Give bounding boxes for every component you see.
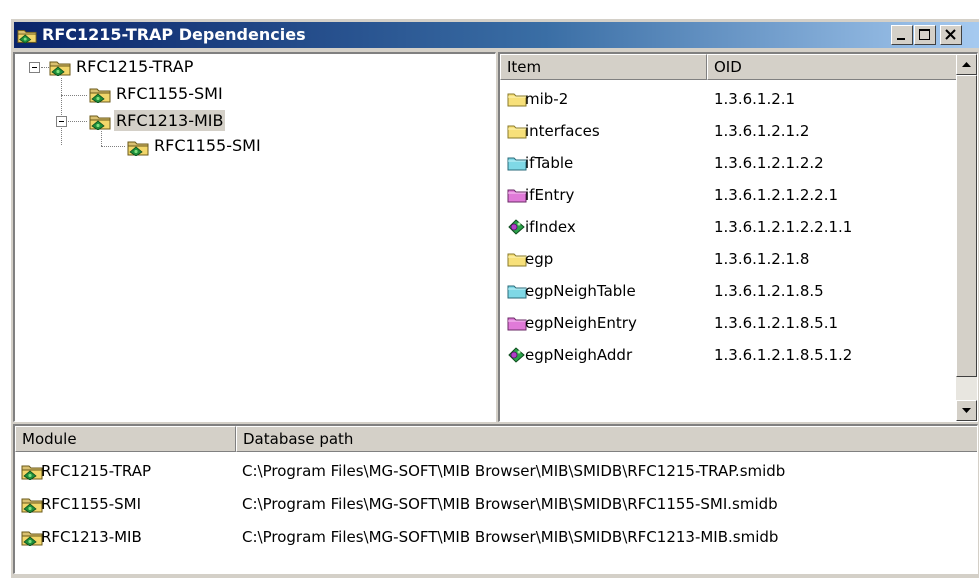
oid-row[interactable]: ifTable 1.3.6.1.2.1.2.2 xyxy=(500,147,958,179)
oid-item-name: interfaces xyxy=(525,122,600,140)
yellow-folder-icon xyxy=(507,250,527,268)
oid-item-name: egpNeighAddr xyxy=(525,346,633,364)
up-arrow-icon xyxy=(962,62,971,67)
mib-module-icon xyxy=(89,112,111,130)
yellow-folder-icon xyxy=(507,122,527,140)
tree-item-label[interactable]: RFC1155-SMI xyxy=(154,136,261,155)
cyan-table-folder-icon xyxy=(507,154,527,172)
oid-value: 1.3.6.1.2.1 xyxy=(714,90,796,108)
window-title: RFC1215-TRAP Dependencies xyxy=(42,25,306,44)
oid-item-name: ifTable xyxy=(525,154,574,172)
module-name: RFC1155-SMI xyxy=(41,495,141,513)
oid-item-name: egp xyxy=(525,250,554,268)
vertical-scrollbar[interactable] xyxy=(956,54,977,421)
oid-value: 1.3.6.1.2.1.2.2.1.1 xyxy=(714,218,853,236)
oid-row[interactable]: interfaces 1.3.6.1.2.1.2 xyxy=(500,115,958,147)
module-row[interactable]: RFC1213-MIB C:\Program Files\MG-SOFT\MIB … xyxy=(15,521,977,553)
module-list[interactable]: Module Database path RFC1215-TRAP C:\Prog… xyxy=(13,424,978,574)
dependencies-window: RFC1215-TRAP Dependencies RFC1215-TRAP R… xyxy=(10,18,979,578)
minimize-button[interactable] xyxy=(891,25,913,45)
oid-row[interactable]: egpNeighTable 1.3.6.1.2.1.8.5 xyxy=(500,275,958,307)
magenta-entry-folder-icon xyxy=(507,186,527,204)
oid-row[interactable]: egpNeighAddr 1.3.6.1.2.1.8.5.1.2 xyxy=(500,339,958,371)
oid-item-name: mib-2 xyxy=(525,90,569,108)
dependency-tree[interactable]: RFC1215-TRAP RFC1155-SMI RFC1213-MIB RFC… xyxy=(13,52,496,422)
collapse-toggle[interactable] xyxy=(29,62,40,73)
database-path: C:\Program Files\MG-SOFT\MIB Browser\MIB… xyxy=(242,528,779,546)
leaf-object-icon xyxy=(507,346,527,364)
oid-item-name: ifEntry xyxy=(525,186,575,204)
oid-row[interactable]: mib-2 1.3.6.1.2.1 xyxy=(500,83,958,115)
mib-module-icon xyxy=(49,58,71,76)
mib-module-icon xyxy=(127,138,149,156)
close-button[interactable] xyxy=(940,25,962,45)
oid-row[interactable]: egp 1.3.6.1.2.1.8 xyxy=(500,243,958,275)
oid-list[interactable]: Item OID mib-2 1.3.6.1.2.1 interfaces 1.3.6… xyxy=(498,52,978,422)
oid-value: 1.3.6.1.2.1.2.2 xyxy=(714,154,824,172)
mib-module-icon xyxy=(21,528,43,546)
tree-item-label-selected[interactable]: RFC1213-MIB xyxy=(114,110,226,131)
module-name: RFC1215-TRAP xyxy=(41,462,152,480)
oid-row[interactable]: ifEntry 1.3.6.1.2.1.2.2.1 xyxy=(500,179,958,211)
mib-module-icon xyxy=(21,462,43,480)
module-row[interactable]: RFC1155-SMI C:\Program Files\MG-SOFT\MIB … xyxy=(15,488,977,520)
tree-item-label[interactable]: RFC1215-TRAP xyxy=(76,57,193,76)
oid-item-name: egpNeighTable xyxy=(525,282,636,300)
database-path: C:\Program Files\MG-SOFT\MIB Browser\MIB… xyxy=(242,495,778,513)
oid-value: 1.3.6.1.2.1.8.5 xyxy=(714,282,824,300)
magenta-entry-folder-icon xyxy=(507,314,527,332)
mib-module-icon xyxy=(17,26,37,44)
minimize-icon xyxy=(897,38,905,40)
oid-item-name: egpNeighEntry xyxy=(525,314,637,332)
tree-item-label[interactable]: RFC1155-SMI xyxy=(116,84,223,103)
maximize-button[interactable] xyxy=(914,25,936,45)
oid-value: 1.3.6.1.2.1.2.2.1 xyxy=(714,186,839,204)
down-arrow-icon xyxy=(962,408,971,413)
column-header-item[interactable]: Item xyxy=(500,54,707,80)
cyan-table-folder-icon xyxy=(507,282,527,300)
close-icon xyxy=(945,29,956,40)
scroll-up-button[interactable] xyxy=(956,54,977,75)
maximize-icon xyxy=(919,29,930,40)
column-header-database-path[interactable]: Database path xyxy=(236,426,977,452)
column-header-module[interactable]: Module xyxy=(15,426,236,452)
yellow-folder-icon xyxy=(507,90,527,108)
oid-value: 1.3.6.1.2.1.2 xyxy=(714,122,810,140)
scroll-down-button[interactable] xyxy=(956,400,977,421)
module-row[interactable]: RFC1215-TRAP C:\Program Files\MG-SOFT\MIB… xyxy=(15,455,977,487)
oid-item-name: ifIndex xyxy=(525,218,576,236)
module-name: RFC1213-MIB xyxy=(41,528,142,546)
oid-row[interactable]: egpNeighEntry 1.3.6.1.2.1.8.5.1 xyxy=(500,307,958,339)
oid-value: 1.3.6.1.2.1.8.5.1 xyxy=(714,314,839,332)
collapse-toggle[interactable] xyxy=(56,116,67,127)
column-header-oid[interactable]: OID xyxy=(707,54,958,80)
leaf-object-icon xyxy=(507,218,527,236)
scroll-thumb[interactable] xyxy=(956,75,977,377)
database-path: C:\Program Files\MG-SOFT\MIB Browser\MIB… xyxy=(242,462,786,480)
oid-value: 1.3.6.1.2.1.8.5.1.2 xyxy=(714,346,853,364)
oid-value: 1.3.6.1.2.1.8 xyxy=(714,250,810,268)
mib-module-icon xyxy=(21,495,43,513)
oid-row[interactable]: ifIndex 1.3.6.1.2.1.2.2.1.1 xyxy=(500,211,958,243)
mib-module-icon xyxy=(89,85,111,103)
title-bar[interactable]: RFC1215-TRAP Dependencies xyxy=(14,22,979,48)
